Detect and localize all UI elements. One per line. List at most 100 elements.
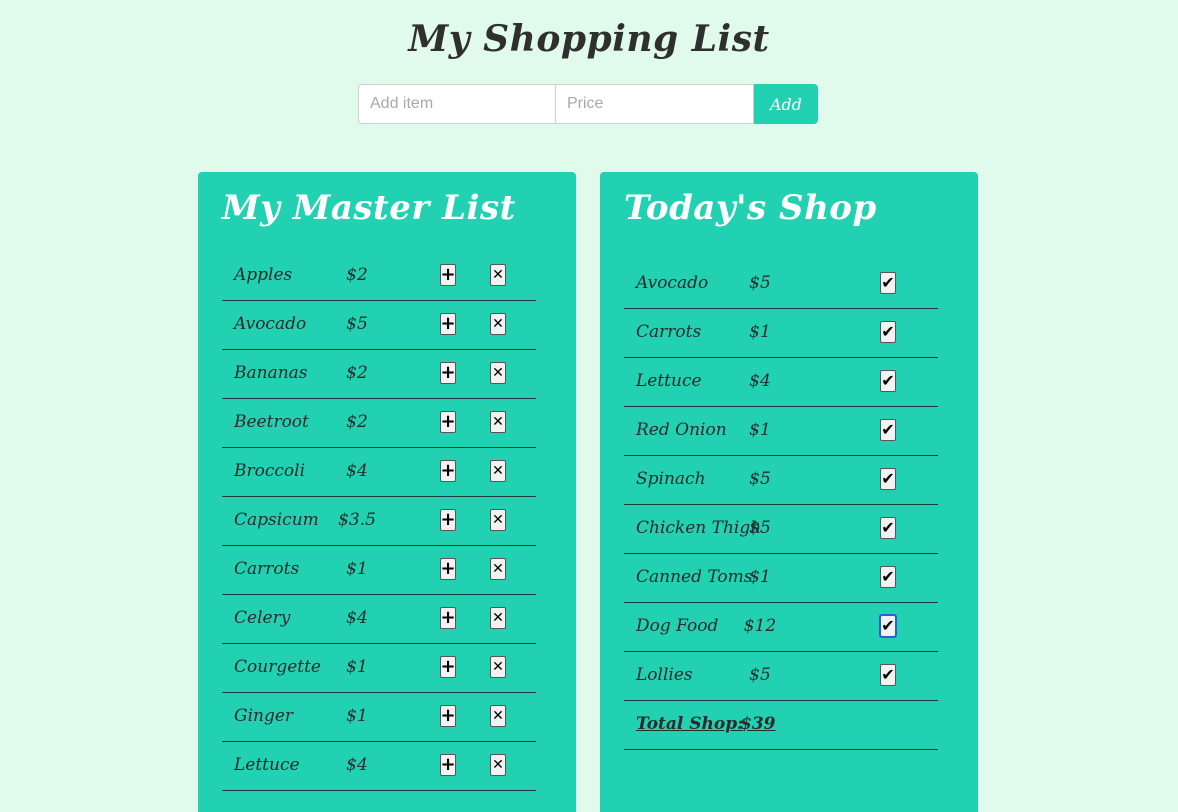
add-to-shop-button[interactable]: + [440, 558, 456, 580]
item-name: Lettuce [234, 755, 300, 775]
plus-icon: + [440, 362, 456, 383]
add-to-shop-button[interactable]: + [440, 313, 456, 335]
remove-item-button[interactable]: ✕ [490, 656, 506, 678]
remove-item-button[interactable]: ✕ [490, 264, 506, 286]
plus-icon: + [440, 607, 456, 628]
remove-item-button[interactable]: ✕ [490, 411, 506, 433]
remove-item-button[interactable]: ✕ [490, 705, 506, 727]
item-price: $4 [749, 371, 771, 391]
add-to-shop-button[interactable]: + [440, 754, 456, 776]
total-value: $39 [740, 714, 776, 734]
close-icon: ✕ [492, 267, 504, 283]
item-checkbox[interactable]: ✔ [880, 664, 896, 686]
checkmark-icon: ✔ [881, 420, 895, 439]
add-to-shop-button[interactable]: + [440, 656, 456, 678]
item-checkbox[interactable]: ✔ [880, 566, 896, 588]
master-list-row: Avocado $5 + ✕ [222, 301, 536, 350]
close-icon: ✕ [492, 610, 504, 626]
remove-item-button[interactable]: ✕ [490, 313, 506, 335]
checkmark-icon: ✔ [881, 616, 895, 635]
remove-item-button[interactable]: ✕ [490, 607, 506, 629]
item-name: Avocado [636, 273, 709, 293]
item-checkbox[interactable]: ✔ [880, 419, 896, 441]
item-price: $2 [346, 363, 368, 383]
item-price: $5 [346, 314, 368, 334]
item-name: Carrots [234, 559, 300, 579]
checkmark-icon: ✔ [881, 322, 895, 341]
add-to-shop-button[interactable]: + [440, 607, 456, 629]
item-price: $5 [749, 273, 771, 293]
shop-list-row: Spinach $5 ✔ [624, 456, 938, 505]
remove-item-button[interactable]: ✕ [490, 460, 506, 482]
total-row: Total Shop: $39 [624, 701, 938, 750]
item-price: $5 [749, 518, 771, 538]
item-name: Apples [234, 265, 293, 285]
master-list-row: Carrots $1 + ✕ [222, 546, 536, 595]
item-checkbox[interactable]: ✔ [880, 370, 896, 392]
shop-list-row: Chicken Thigh $5 ✔ [624, 505, 938, 554]
shop-list-row: Canned Toms $1 ✔ [624, 554, 938, 603]
price-input[interactable] [556, 84, 754, 124]
close-icon: ✕ [492, 365, 504, 381]
item-price: $5 [749, 469, 771, 489]
add-to-shop-button[interactable]: + [440, 509, 456, 531]
item-name: Red Onion [636, 420, 727, 440]
item-price: $4 [346, 608, 368, 628]
master-list-row: Celery $4 + ✕ [222, 595, 536, 644]
master-list-row: Ginger $1 + ✕ [222, 693, 536, 742]
master-list-row: Capsicum $3.5 + ✕ [222, 497, 536, 546]
item-price: $1 [346, 706, 368, 726]
master-list-row: Bananas $2 + ✕ [222, 350, 536, 399]
item-name: Celery [234, 608, 291, 628]
add-item-form: Add [358, 84, 818, 124]
add-button[interactable]: Add [754, 84, 818, 124]
master-list-heading: My Master List [222, 188, 516, 228]
item-name: Carrots [636, 322, 702, 342]
item-name: Lollies [636, 665, 693, 685]
item-checkbox[interactable]: ✔ [879, 614, 897, 638]
shop-list-row: Dog Food $12 ✔ [624, 603, 938, 652]
total-label: Total Shop: [636, 714, 744, 734]
item-name: Lettuce [636, 371, 702, 391]
checkmark-icon: ✔ [881, 469, 895, 488]
add-to-shop-button[interactable]: + [440, 264, 456, 286]
item-name: Spinach [636, 469, 706, 489]
item-name: Broccoli [234, 461, 306, 481]
plus-icon: + [440, 264, 456, 285]
plus-icon: + [440, 313, 456, 334]
remove-item-button[interactable]: ✕ [490, 558, 506, 580]
checkmark-icon: ✔ [881, 273, 895, 292]
item-price: $2 [346, 265, 368, 285]
add-to-shop-button[interactable]: + [440, 460, 456, 482]
item-checkbox[interactable]: ✔ [880, 468, 896, 490]
item-price: $1 [749, 420, 771, 440]
remove-item-button[interactable]: ✕ [490, 362, 506, 384]
item-checkbox[interactable]: ✔ [880, 517, 896, 539]
item-price: $2 [346, 412, 368, 432]
todays-shop-panel: Today's Shop Avocado $5 ✔ Carrots $1 ✔ Lettuce… [600, 172, 978, 812]
shop-list-row: Lollies $5 ✔ [624, 652, 938, 701]
add-to-shop-button[interactable]: + [440, 705, 456, 727]
item-checkbox[interactable]: ✔ [880, 272, 896, 294]
master-list-row: Beetroot $2 + ✕ [222, 399, 536, 448]
plus-icon: + [440, 460, 456, 481]
plus-icon: + [440, 705, 456, 726]
master-list-panel: My Master List Apples $2 + ✕ Avocado $5 + ✕ Bana… [198, 172, 576, 812]
item-name: Courgette [234, 657, 321, 677]
item-price: $1 [749, 567, 771, 587]
item-price: $1 [346, 657, 368, 677]
remove-item-button[interactable]: ✕ [490, 509, 506, 531]
add-to-shop-button[interactable]: + [440, 411, 456, 433]
close-icon: ✕ [492, 659, 504, 675]
master-list: Apples $2 + ✕ Avocado $5 + ✕ Bananas $2 + ✕ Beetroot… [222, 252, 536, 791]
close-icon: ✕ [492, 708, 504, 724]
plus-icon: + [440, 411, 456, 432]
item-name: Capsicum [234, 510, 319, 530]
close-icon: ✕ [492, 561, 504, 577]
remove-item-button[interactable]: ✕ [490, 754, 506, 776]
item-checkbox[interactable]: ✔ [880, 321, 896, 343]
add-item-input[interactable] [358, 84, 556, 124]
plus-icon: + [440, 509, 456, 530]
item-name: Ginger [234, 706, 294, 726]
add-to-shop-button[interactable]: + [440, 362, 456, 384]
